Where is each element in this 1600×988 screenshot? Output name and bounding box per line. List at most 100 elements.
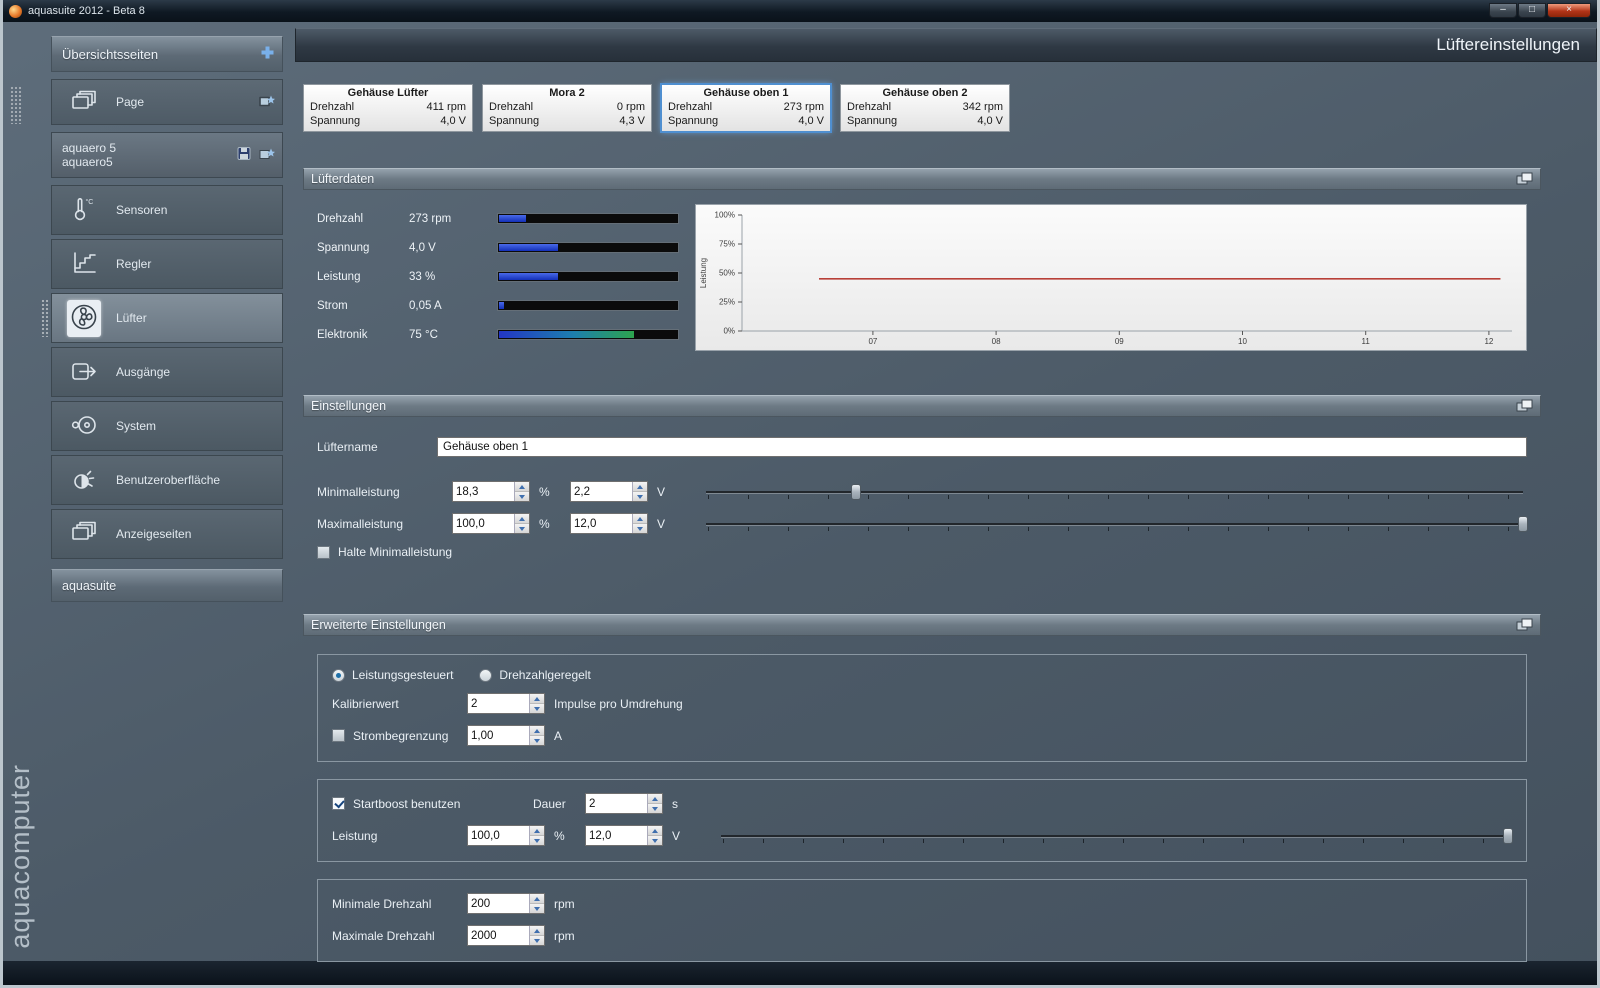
- stepper-down-icon[interactable]: [530, 835, 544, 845]
- sidebar-item-anzeigeseiten[interactable]: Anzeigeseiten: [51, 509, 283, 559]
- stepper-down-icon[interactable]: [530, 935, 544, 945]
- sidebar-item-system[interactable]: System: [51, 401, 283, 451]
- max-rpm-stepper[interactable]: [467, 925, 545, 946]
- min-rpm-input[interactable]: [468, 894, 529, 913]
- min-power-percent-stepper[interactable]: [452, 481, 530, 502]
- volt-label: Spannung: [310, 115, 361, 127]
- boost-percent-input[interactable]: [468, 826, 529, 845]
- stepper-down-icon[interactable]: [648, 835, 662, 845]
- current-limit-checkbox[interactable]: [332, 729, 345, 742]
- svg-text:0%: 0%: [723, 327, 735, 336]
- add-page-icon[interactable]: [260, 45, 275, 63]
- sidebar-item-page[interactable]: Page: [51, 79, 283, 125]
- svg-text:Leistung: Leistung: [699, 258, 708, 288]
- duration-input[interactable]: [586, 794, 647, 813]
- boost-volt-input[interactable]: [586, 826, 647, 845]
- detach-panel-icon[interactable]: [1516, 172, 1533, 186]
- stepper-up-icon[interactable]: [530, 826, 544, 835]
- startboost-label[interactable]: Startboost benutzen: [353, 797, 533, 811]
- data-label: Elektronik: [317, 328, 368, 341]
- slider-thumb[interactable]: [850, 483, 861, 500]
- controller-icon: [69, 248, 99, 281]
- aquasuite-section-header[interactable]: aquasuite: [51, 569, 283, 602]
- slider-track[interactable]: [706, 522, 1523, 525]
- detach-panel-icon[interactable]: [1516, 399, 1533, 413]
- power-controlled-radio[interactable]: [332, 668, 345, 682]
- stepper-down-icon[interactable]: [633, 491, 647, 501]
- device-header[interactable]: aquaero 5 aquaero5: [51, 132, 283, 178]
- volt-value: 4,0 V: [798, 115, 824, 127]
- calibration-stepper[interactable]: [467, 693, 545, 714]
- stepper-up-icon[interactable]: [515, 514, 529, 523]
- boost-percent-stepper[interactable]: [467, 825, 545, 846]
- volt-value: 4,0 V: [440, 115, 466, 127]
- close-button[interactable]: ×: [1547, 3, 1591, 18]
- max-power-slider[interactable]: [706, 514, 1528, 534]
- stepper-up-icon[interactable]: [530, 694, 544, 703]
- stepper-up-icon[interactable]: [648, 826, 662, 835]
- max-power-volt-input[interactable]: [571, 514, 632, 533]
- stepper-up-icon[interactable]: [530, 926, 544, 935]
- sidebar-item-ausgaenge[interactable]: Ausgänge: [51, 347, 283, 397]
- stepper-up-icon[interactable]: [530, 894, 544, 903]
- max-power-percent-input[interactable]: [453, 514, 514, 533]
- save-icon[interactable]: [236, 146, 252, 165]
- min-power-slider[interactable]: [706, 482, 1523, 502]
- slider-thumb[interactable]: [1503, 827, 1513, 844]
- fan-card[interactable]: Gehäuse oben 2 Drehzahl 342 rpm Spannung 4…: [840, 84, 1010, 132]
- stepper-down-icon[interactable]: [530, 903, 544, 913]
- calibration-input[interactable]: [468, 694, 529, 713]
- svg-text:11: 11: [1362, 337, 1371, 346]
- hold-min-power-label[interactable]: Halte Minimalleistung: [338, 545, 452, 559]
- fan-card[interactable]: Mora 2 Drehzahl 0 rpm Spannung 4,3 V: [482, 84, 652, 132]
- min-power-percent-input[interactable]: [453, 482, 514, 501]
- stepper-up-icon[interactable]: [633, 482, 647, 491]
- data-value: 33 %: [409, 270, 436, 283]
- power-controlled-label[interactable]: Leistungsgesteuert: [352, 668, 453, 682]
- device-options-icon[interactable]: [259, 146, 275, 165]
- minimize-button[interactable]: –: [1489, 3, 1517, 18]
- startboost-checkbox[interactable]: [332, 797, 345, 810]
- stepper-up-icon[interactable]: [648, 794, 662, 803]
- min-rpm-stepper[interactable]: [467, 893, 545, 914]
- ui-contrast-icon: [69, 464, 99, 497]
- rpm-controlled-radio[interactable]: [479, 668, 493, 682]
- current-limit-stepper[interactable]: [467, 725, 545, 746]
- stepper-down-icon[interactable]: [515, 523, 529, 533]
- fan-name-input[interactable]: [437, 437, 1527, 457]
- current-limit-label[interactable]: Strombegrenzung: [353, 729, 467, 743]
- boost-power-slider[interactable]: [721, 826, 1513, 846]
- min-power-volt-input[interactable]: [571, 482, 632, 501]
- app-logo-icon: [9, 4, 22, 18]
- stepper-down-icon[interactable]: [530, 703, 544, 713]
- stepper-down-icon[interactable]: [515, 491, 529, 501]
- page-options-icon[interactable]: [259, 93, 275, 112]
- stepper-up-icon[interactable]: [515, 482, 529, 491]
- fan-card[interactable]: Gehäuse oben 1 Drehzahl 273 rpm Spannung 4…: [660, 83, 832, 133]
- max-rpm-input[interactable]: [468, 926, 529, 945]
- sidebar-item-sensoren[interactable]: °C Sensoren: [51, 185, 283, 235]
- slider-track[interactable]: [721, 834, 1508, 837]
- stepper-down-icon[interactable]: [633, 523, 647, 533]
- stepper-down-icon[interactable]: [648, 803, 662, 813]
- stepper-down-icon[interactable]: [530, 735, 544, 745]
- boost-volt-stepper[interactable]: [585, 825, 663, 846]
- current-limit-input[interactable]: [468, 726, 529, 745]
- fan-card[interactable]: Gehäuse Lüfter Drehzahl 411 rpm Spannung 4…: [303, 84, 473, 132]
- min-power-volt-stepper[interactable]: [570, 481, 648, 502]
- max-power-volt-stepper[interactable]: [570, 513, 648, 534]
- stepper-up-icon[interactable]: [633, 514, 647, 523]
- duration-stepper[interactable]: [585, 793, 663, 814]
- slider-thumb[interactable]: [1518, 515, 1528, 532]
- sidebar-item-benutzeroberflaeche[interactable]: Benutzeroberfläche: [51, 455, 283, 505]
- rpm-controlled-label[interactable]: Drehzahlgeregelt: [499, 668, 590, 682]
- maximize-button[interactable]: □: [1518, 3, 1546, 18]
- sidebar-item-luefter[interactable]: Lüfter: [41, 293, 283, 343]
- sidebar-drag-handle[interactable]: [10, 86, 23, 124]
- detach-panel-icon[interactable]: [1516, 618, 1533, 632]
- slider-track[interactable]: [706, 490, 1523, 493]
- hold-min-power-checkbox[interactable]: [317, 545, 330, 559]
- max-power-percent-stepper[interactable]: [452, 513, 530, 534]
- sidebar-item-regler[interactable]: Regler: [51, 239, 283, 289]
- stepper-up-icon[interactable]: [530, 726, 544, 735]
